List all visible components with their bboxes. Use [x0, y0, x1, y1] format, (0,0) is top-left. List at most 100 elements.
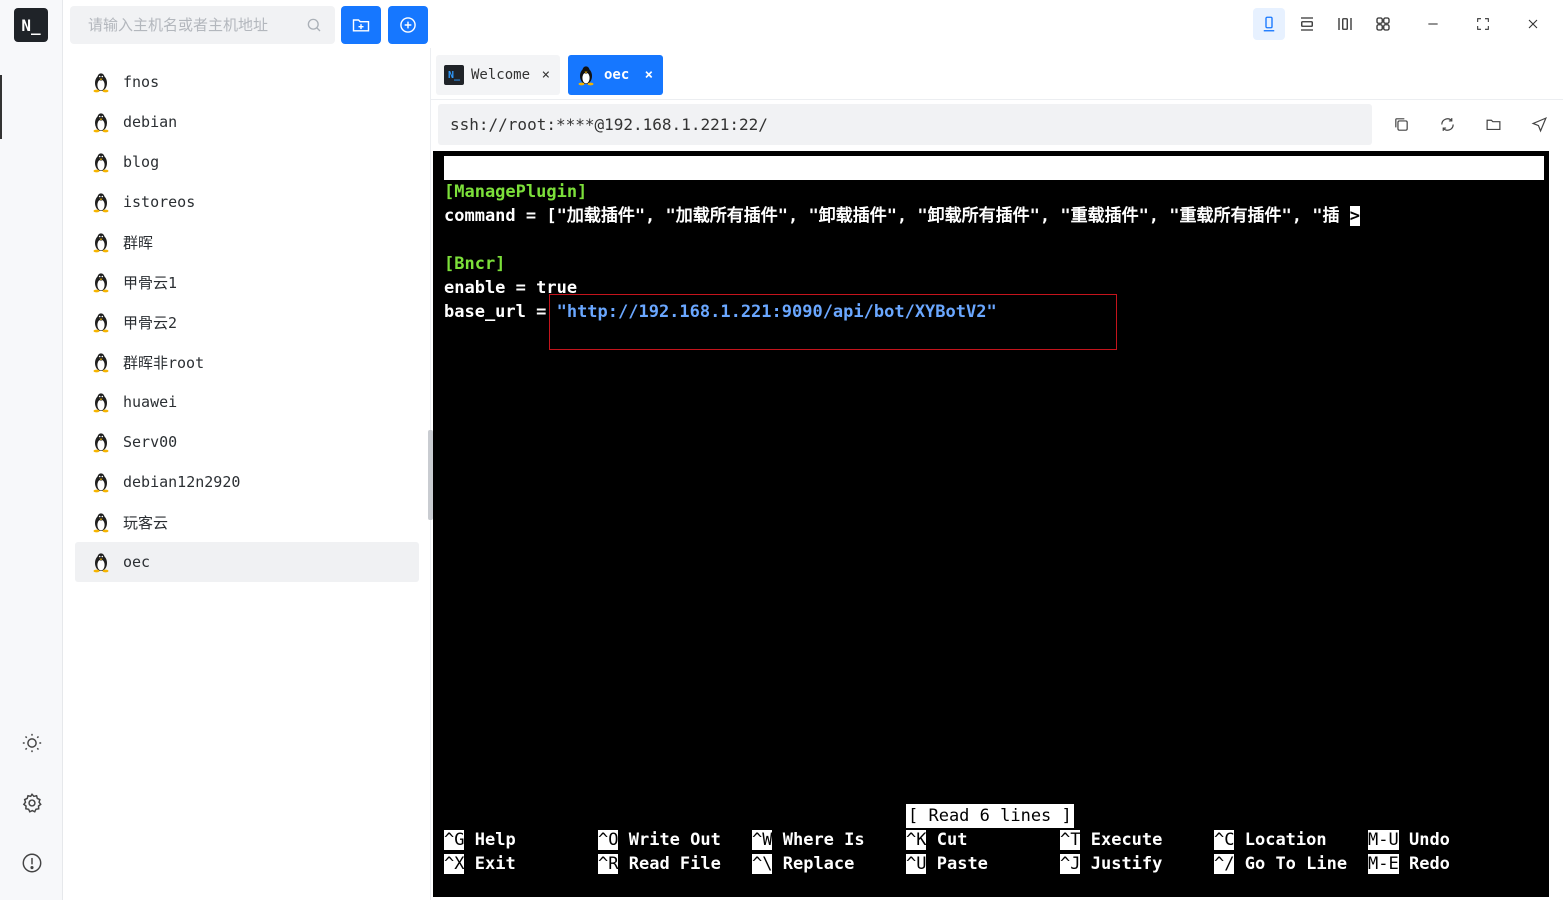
host-name: 群晖非root	[123, 353, 205, 372]
shortcut-label: Undo	[1408, 830, 1450, 850]
add-host-button[interactable]	[388, 6, 428, 44]
host-name: oec	[123, 553, 151, 571]
layout-vertical-icon[interactable]	[1329, 8, 1361, 40]
linux-tux-icon	[93, 313, 109, 333]
shortcut-label: Read File	[628, 854, 721, 874]
shortcut-label: Replace	[782, 854, 855, 874]
copy-icon[interactable]	[1378, 104, 1424, 145]
host-item[interactable]: debian	[75, 102, 419, 142]
host-name: 甲骨云1	[123, 273, 178, 292]
search-icon	[307, 18, 321, 32]
linux-tux-icon	[578, 66, 594, 86]
shortcut-key: ^W	[752, 830, 773, 850]
shortcut-item: ^O Write Out	[598, 828, 721, 852]
host-name: blog	[123, 153, 160, 171]
host-name: 玩客云	[123, 513, 169, 532]
host-search[interactable]	[70, 6, 335, 44]
address-text: ssh://root:****@192.168.1.221:22/	[450, 115, 768, 134]
linux-tux-icon	[93, 353, 109, 373]
logo-text: N_	[21, 15, 41, 35]
host-item[interactable]: 群晖	[75, 222, 419, 262]
host-item[interactable]: istoreos	[75, 182, 419, 222]
host-name: debian	[123, 113, 178, 131]
host-name: 群晖	[123, 233, 154, 252]
app-mini-logo-icon: N_	[444, 65, 464, 85]
terminal[interactable]: GNU nano 6.2 /root/XYBotV2/plugins/all_i…	[433, 151, 1549, 897]
address-toolbar	[1378, 104, 1562, 145]
host-name: debian12n2920	[123, 473, 241, 491]
status-message: [ Read 6 lines ]	[906, 804, 1074, 828]
shortcut-label: Location	[1244, 830, 1327, 850]
info-icon[interactable]	[18, 849, 45, 876]
shortcut-item: ^C Location	[1214, 828, 1327, 852]
host-item[interactable]: 群晖非root	[75, 342, 419, 382]
shortcut-label: Paste	[936, 854, 988, 874]
layout-grid-icon[interactable]	[1367, 8, 1399, 40]
linux-tux-icon	[93, 73, 109, 93]
shortcut-item: M-U Undo	[1368, 828, 1450, 852]
shortcut-item: ^T Execute	[1060, 828, 1162, 852]
linux-tux-icon	[93, 553, 109, 573]
maximize-icon[interactable]	[1467, 8, 1499, 40]
linux-tux-icon	[93, 153, 109, 173]
command-text: command = ["加载插件", "加载所有插件", "卸载插件", "卸载…	[444, 206, 1340, 226]
host-item[interactable]: huawei	[75, 382, 419, 422]
shortcut-item: ^U Paste	[906, 852, 988, 876]
send-icon[interactable]	[1516, 104, 1562, 145]
settings-gear-icon[interactable]	[18, 789, 45, 816]
shortcut-label: Help	[474, 830, 516, 850]
tab-close-icon[interactable]: ×	[645, 67, 653, 83]
section-bncr: [Bncr]	[444, 254, 506, 274]
shortcut-key: ^C	[1214, 830, 1235, 850]
shortcut-item: ^W Where Is	[752, 828, 865, 852]
host-name: 甲骨云2	[123, 313, 178, 332]
host-item[interactable]: fnos	[75, 62, 419, 102]
shortcut-label: Write Out	[628, 830, 721, 850]
host-item[interactable]: blog	[75, 142, 419, 182]
folder-icon[interactable]	[1470, 104, 1516, 145]
plus-circle-icon	[400, 17, 416, 33]
host-item[interactable]: 甲骨云1	[75, 262, 419, 302]
shortcut-label: Go To Line	[1244, 854, 1348, 874]
host-name: istoreos	[123, 193, 196, 211]
new-folder-button[interactable]	[341, 6, 381, 44]
shortcut-label: Exit	[474, 854, 516, 874]
tab-oec[interactable]: oec ×	[568, 55, 663, 95]
linux-tux-icon	[93, 193, 109, 213]
section-manage-plugin: [ManagePlugin]	[444, 182, 588, 202]
linux-tux-icon	[93, 273, 109, 293]
layout-single-icon[interactable]	[1253, 8, 1285, 40]
app-logo: N_	[14, 8, 48, 42]
tab-welcome[interactable]: N_ Welcome ×	[436, 55, 560, 95]
host-sidebar: fnos debian blog istoreos 群晖甲骨云1 甲骨云2 群晖非root h…	[63, 48, 431, 900]
refresh-icon[interactable]	[1424, 104, 1470, 145]
host-item[interactable]: 玩客云	[75, 502, 419, 542]
shortcut-item: ^G Help	[444, 828, 516, 852]
shortcut-item: ^K Cut	[906, 828, 967, 852]
theme-sun-icon[interactable]	[18, 729, 45, 756]
tab-close-icon[interactable]: ×	[542, 67, 550, 83]
shortcut-key: ^J	[1060, 854, 1081, 874]
host-item[interactable]: 甲骨云2	[75, 302, 419, 342]
close-icon[interactable]	[1517, 8, 1549, 40]
minimize-icon[interactable]	[1417, 8, 1449, 40]
shortcut-item: ^\ Replace	[752, 852, 854, 876]
host-list: fnos debian blog istoreos 群晖甲骨云1 甲骨云2 群晖非root h…	[75, 62, 419, 582]
host-item[interactable]: Serv00	[75, 422, 419, 462]
shortcut-key: ^\	[752, 854, 773, 874]
nano-header: GNU nano 6.2 /root/XYBotV2/plugins/all_i…	[444, 156, 1544, 226]
layout-horizontal-icon[interactable]	[1291, 8, 1323, 40]
host-item[interactable]: debian12n2920	[75, 462, 419, 502]
host-name: huawei	[123, 393, 178, 411]
address-bar[interactable]: ssh://root:****@192.168.1.221:22/	[438, 104, 1372, 145]
linux-tux-icon	[93, 393, 109, 413]
host-item[interactable]: oec	[75, 542, 419, 582]
search-input[interactable]	[88, 16, 305, 34]
shortcut-item: ^X Exit	[444, 852, 516, 876]
shortcut-key: M-U	[1368, 830, 1399, 850]
folder-plus-icon	[352, 19, 370, 32]
shortcut-label: Execute	[1090, 830, 1163, 850]
tab-label: Welcome	[471, 67, 531, 83]
tab-label: oec	[604, 67, 630, 83]
shortcut-label: Justify	[1090, 854, 1163, 874]
